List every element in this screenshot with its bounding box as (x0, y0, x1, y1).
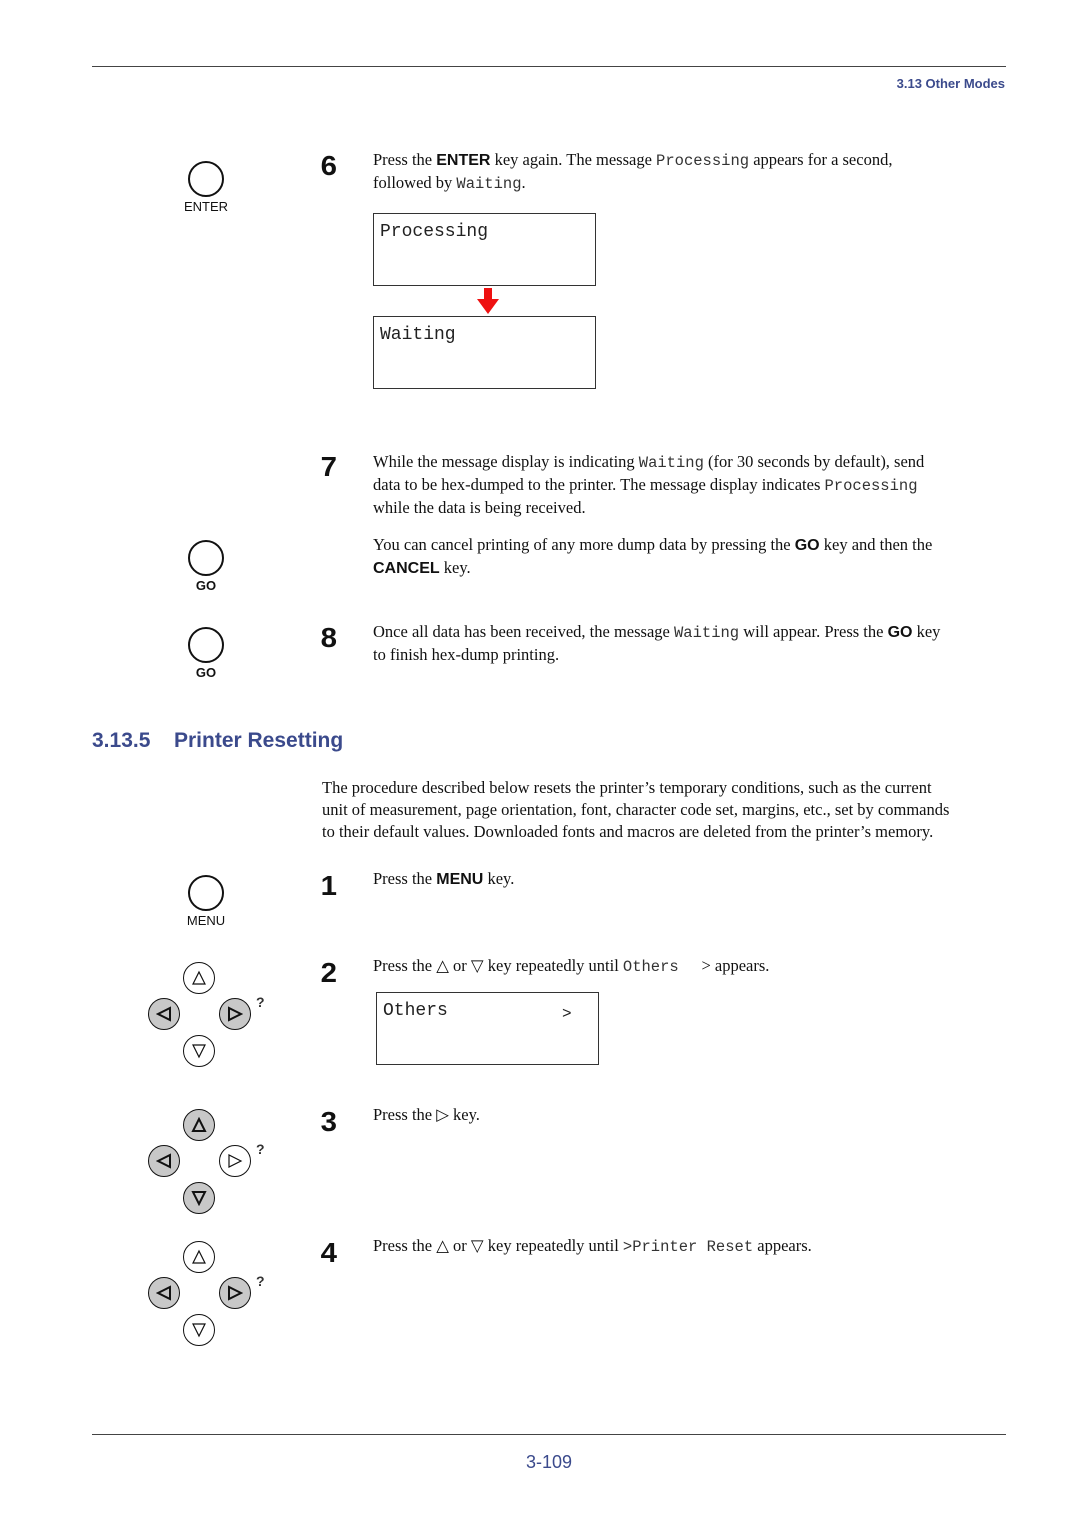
down-arrow-icon (477, 288, 499, 314)
navigation-pad-step-3: ? (145, 1109, 265, 1219)
navigation-pad-step-2: ? (145, 962, 265, 1072)
step-8-text: Once all data has been received, the mes… (373, 622, 941, 664)
step-6-text: Press the ENTER key again. The message P… (373, 150, 893, 193)
page-number: 3-109 (525, 1452, 573, 1472)
section-heading: 3.13.5 Printer Resetting (92, 729, 343, 753)
navigation-pad-step-4: ? (145, 1241, 265, 1351)
step-1-text: Press the MENU key. (373, 869, 515, 888)
enter-key-ref: ENTER (436, 152, 491, 169)
lcd-display-waiting: Waiting (373, 316, 596, 389)
step-number-3: 3 (320, 1106, 337, 1137)
menu-key-label: MENU (186, 913, 226, 928)
help-mark: ? (256, 1273, 265, 1289)
enter-key-label: ENTER (183, 199, 229, 214)
step-4-text: Press the △ or ▽ key repeatedly until >P… (373, 1236, 812, 1256)
step-2-text: Press the △ or ▽ key repeatedly until Ot… (373, 956, 770, 976)
step-number-8: 8 (320, 622, 337, 653)
left-key-icon (148, 998, 180, 1030)
menu-key-icon (188, 875, 224, 911)
help-mark: ? (256, 994, 265, 1010)
left-key-icon (148, 1277, 180, 1309)
step-number-6: 6 (320, 150, 337, 181)
step-number-2: 2 (320, 957, 337, 988)
header-rule (92, 66, 1006, 67)
lcd-display-others: Others > (376, 992, 599, 1065)
lcd-display-processing: Processing (373, 213, 596, 286)
down-key-icon (183, 1314, 215, 1346)
footer-rule (92, 1434, 1006, 1435)
right-key-icon (219, 998, 251, 1030)
go-key-icon (188, 540, 224, 576)
section-title: Printer Resetting (174, 729, 344, 752)
step-number-4: 4 (320, 1237, 337, 1268)
up-key-icon (183, 1241, 215, 1273)
down-key-icon (183, 1035, 215, 1067)
enter-key-icon (188, 161, 224, 197)
go-key-icon (188, 627, 224, 663)
right-key-icon (219, 1145, 251, 1177)
help-mark: ? (256, 1141, 265, 1157)
left-key-icon (148, 1145, 180, 1177)
step-number-7: 7 (320, 451, 337, 482)
up-key-icon (183, 1109, 215, 1141)
up-key-icon (183, 962, 215, 994)
step-number-1: 1 (320, 870, 337, 901)
step-7-text: While the message display is indicating … (373, 452, 925, 517)
go-key-label: GO (195, 578, 217, 593)
section-header-label: 3.13 Other Modes (896, 76, 1005, 91)
down-key-icon (183, 1182, 215, 1214)
step-3-text: Press the ▷ key. (373, 1105, 480, 1124)
section-number: 3.13.5 (92, 729, 151, 752)
section-intro: The procedure described below resets the… (322, 778, 950, 841)
go-key-label: GO (195, 665, 217, 680)
right-key-icon (219, 1277, 251, 1309)
step-7-note: You can cancel printing of any more dump… (373, 535, 933, 577)
